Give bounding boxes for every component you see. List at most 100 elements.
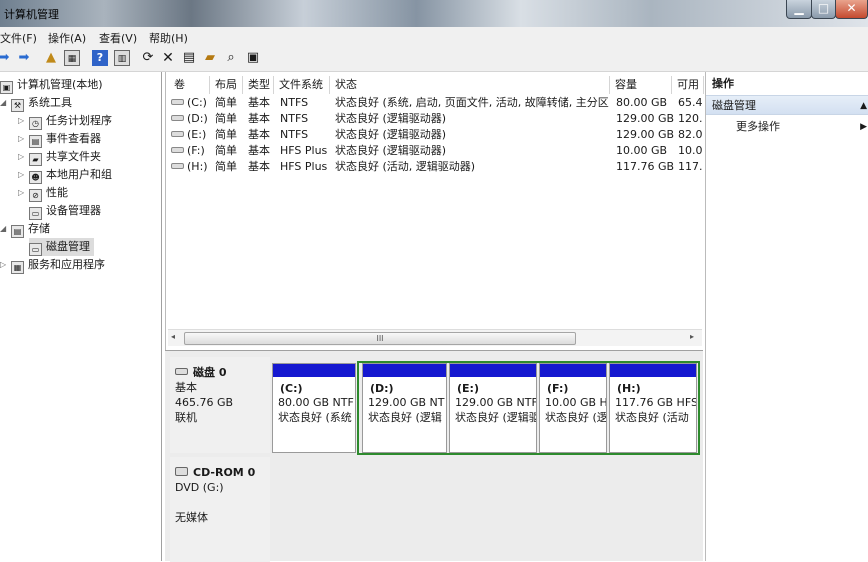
cell-type: 基本 [248,128,270,141]
tree-item-label: 设备管理器 [46,204,101,217]
partition-bar [363,364,446,377]
cell-status: 状态良好 (逻辑驱动器) [335,112,447,125]
cell-type: 基本 [248,96,270,109]
expanded-triangle-icon[interactable]: ◢ [0,94,6,112]
tree-item-system-tools[interactable]: ◢ ⚒ 系统工具 [0,94,72,112]
tree-item-storage[interactable]: ◢ ▤ 存储 [0,220,50,238]
tree-item-task-scheduler[interactable]: ▷ ◷ 任务计划程序 [18,112,112,130]
delete-icon[interactable]: ✕ [160,50,176,66]
title-bar: 计算机管理 ▁ □ ✕ [0,0,868,27]
disk-0-label[interactable]: 磁盘 0 基本 465.76 GB 联机 [170,357,270,453]
cell-filesystem: NTFS [280,112,309,125]
scrollbar-thumb[interactable]: III [184,332,576,345]
show-hide-tree-icon[interactable]: ▦ [64,50,80,66]
collapsed-triangle-icon[interactable]: ▷ [18,166,24,184]
table-row[interactable]: (H:) 简单 基本 HFS Plus 状态良好 (活动, 逻辑驱动器) 117… [166,159,704,175]
tree-item-event-viewer[interactable]: ▷ ▤ 事件查看器 [18,130,101,148]
cell-layout: 简单 [215,96,237,109]
column-header-status[interactable]: 状态 [330,76,610,94]
cell-status: 状态良好 (逻辑驱动器) [335,144,447,157]
scroll-right-arrow-icon[interactable]: ▸ [690,332,694,341]
settings-icon[interactable]: ▣ [245,50,261,66]
search-icon[interactable]: ⌕ [223,50,239,66]
disk-status: 联机 [175,411,197,424]
collapsed-triangle-icon[interactable]: ▷ [18,184,24,202]
tree-item-disk-management[interactable]: ▭ 磁盘管理 [29,238,94,256]
cell-free: 65.4 [678,96,703,109]
partition-name: (E:) [457,382,479,395]
table-row[interactable]: (E:) 简单 基本 NTFS 状态良好 (逻辑驱动器) 129.00 GB 8… [166,127,704,143]
storage-icon: ▤ [11,225,24,238]
volume-icon [171,147,184,153]
cell-volume: (C:) [187,96,207,109]
open-folder-icon[interactable]: ▰ [202,50,218,66]
column-header-volume[interactable]: 卷 [169,76,210,94]
maximize-button[interactable]: □ [811,0,836,19]
cdrom-0-label[interactable]: CD-ROM 0 DVD (G:) 无媒体 [170,457,270,562]
expanded-triangle-icon[interactable]: ◢ [0,220,6,238]
column-header-type[interactable]: 类型 [243,76,274,94]
cell-layout: 简单 [215,160,237,173]
show-hide-action-pane-icon[interactable]: ▥ [114,50,130,66]
refresh-icon[interactable]: ⟳ [140,50,156,66]
column-header-layout[interactable]: 布局 [210,76,243,94]
tree-item-root[interactable]: ▣ 计算机管理(本地) [0,76,103,94]
collapsed-triangle-icon[interactable]: ▷ [0,256,6,274]
cell-capacity: 117.76 GB [616,160,675,173]
partition-h[interactable]: (H:) 117.76 GB HFS 状态良好 (活动 [609,363,697,453]
disk-type: 基本 [175,381,197,394]
partition-status: 状态良好 (系统 [278,411,352,424]
menu-view[interactable]: 查看(V) [99,30,137,46]
cell-volume: (E:) [187,128,207,141]
tree-item-services-apps[interactable]: ▷ ▦ 服务和应用程序 [0,256,105,274]
menu-help[interactable]: 帮助(H) [149,30,188,46]
tree-item-local-users[interactable]: ▷ ☻ 本地用户和组 [18,166,112,184]
cdrom-name: CD-ROM 0 [193,466,256,479]
minimize-button[interactable]: ▁ [786,0,812,19]
partition-e[interactable]: (E:) 129.00 GB NTF 状态良好 (逻辑驱 [449,363,537,453]
window-title: 计算机管理 [4,8,59,21]
table-row[interactable]: (C:) 简单 基本 NTFS 状态良好 (系统, 启动, 页面文件, 活动, … [166,95,704,111]
collapsed-triangle-icon[interactable]: ▷ [18,112,24,130]
action-section-disk-management[interactable]: 磁盘管理 ▲ [706,95,868,115]
up-folder-icon[interactable]: ▲ [43,50,59,66]
cell-free: 117. [678,160,703,173]
collapse-arrow-icon[interactable]: ▲ [860,96,867,116]
partition-bar [540,364,606,377]
help-icon[interactable]: ? [92,50,108,66]
properties-icon[interactable]: ▤ [181,50,197,66]
column-header-capacity[interactable]: 容量 [610,76,672,94]
close-button[interactable]: ✕ [835,0,868,19]
tree-item-device-manager[interactable]: ▭ 设备管理器 [29,202,101,220]
collapsed-triangle-icon[interactable]: ▷ [18,148,24,166]
collapsed-triangle-icon[interactable]: ▷ [18,130,24,148]
table-row[interactable]: (D:) 简单 基本 NTFS 状态良好 (逻辑驱动器) 129.00 GB 1… [166,111,704,127]
menu-action[interactable]: 操作(A) [48,30,86,46]
tree-item-shared-folders[interactable]: ▷ ▰ 共享文件夹 [18,148,101,166]
back-icon[interactable]: ➡ [0,50,12,66]
cell-volume: (H:) [187,160,208,173]
partition-name: (F:) [547,382,569,395]
column-header-free[interactable]: 可用 [672,76,704,94]
tree-item-label: 磁盘管理 [46,240,90,253]
table-row[interactable]: (F:) 简单 基本 HFS Plus 状态良好 (逻辑驱动器) 10.00 G… [166,143,704,159]
tree-item-performance[interactable]: ▷ ⊘ 性能 [18,184,68,202]
partition-f[interactable]: (F:) 10.00 GB H 状态良好 (逻 [539,363,607,453]
menu-file[interactable]: 文件(F) [0,30,37,46]
column-header-filesystem[interactable]: 文件系统 [274,76,330,94]
users-icon: ☻ [29,171,42,184]
disk-size: 465.76 GB [175,396,234,409]
action-section-label: 磁盘管理 [712,99,756,112]
services-icon: ▦ [11,261,24,274]
partition-bar [610,364,696,377]
partition-status: 状态良好 (逻辑 [368,411,442,424]
scroll-left-arrow-icon[interactable]: ◂ [171,332,175,341]
cell-free: 120. [678,112,703,125]
horizontal-scrollbar[interactable]: ◂ III ▸ [168,329,702,346]
cell-layout: 简单 [215,144,237,157]
action-more-actions[interactable]: 更多操作 ▶ [706,117,868,137]
partition-d[interactable]: (D:) 129.00 GB NT 状态良好 (逻辑 [362,363,447,453]
partition-size: 80.00 GB NTF [278,396,354,409]
forward-icon[interactable]: ➡ [16,50,32,66]
partition-c[interactable]: (C:) 80.00 GB NTF 状态良好 (系统 [272,363,356,453]
